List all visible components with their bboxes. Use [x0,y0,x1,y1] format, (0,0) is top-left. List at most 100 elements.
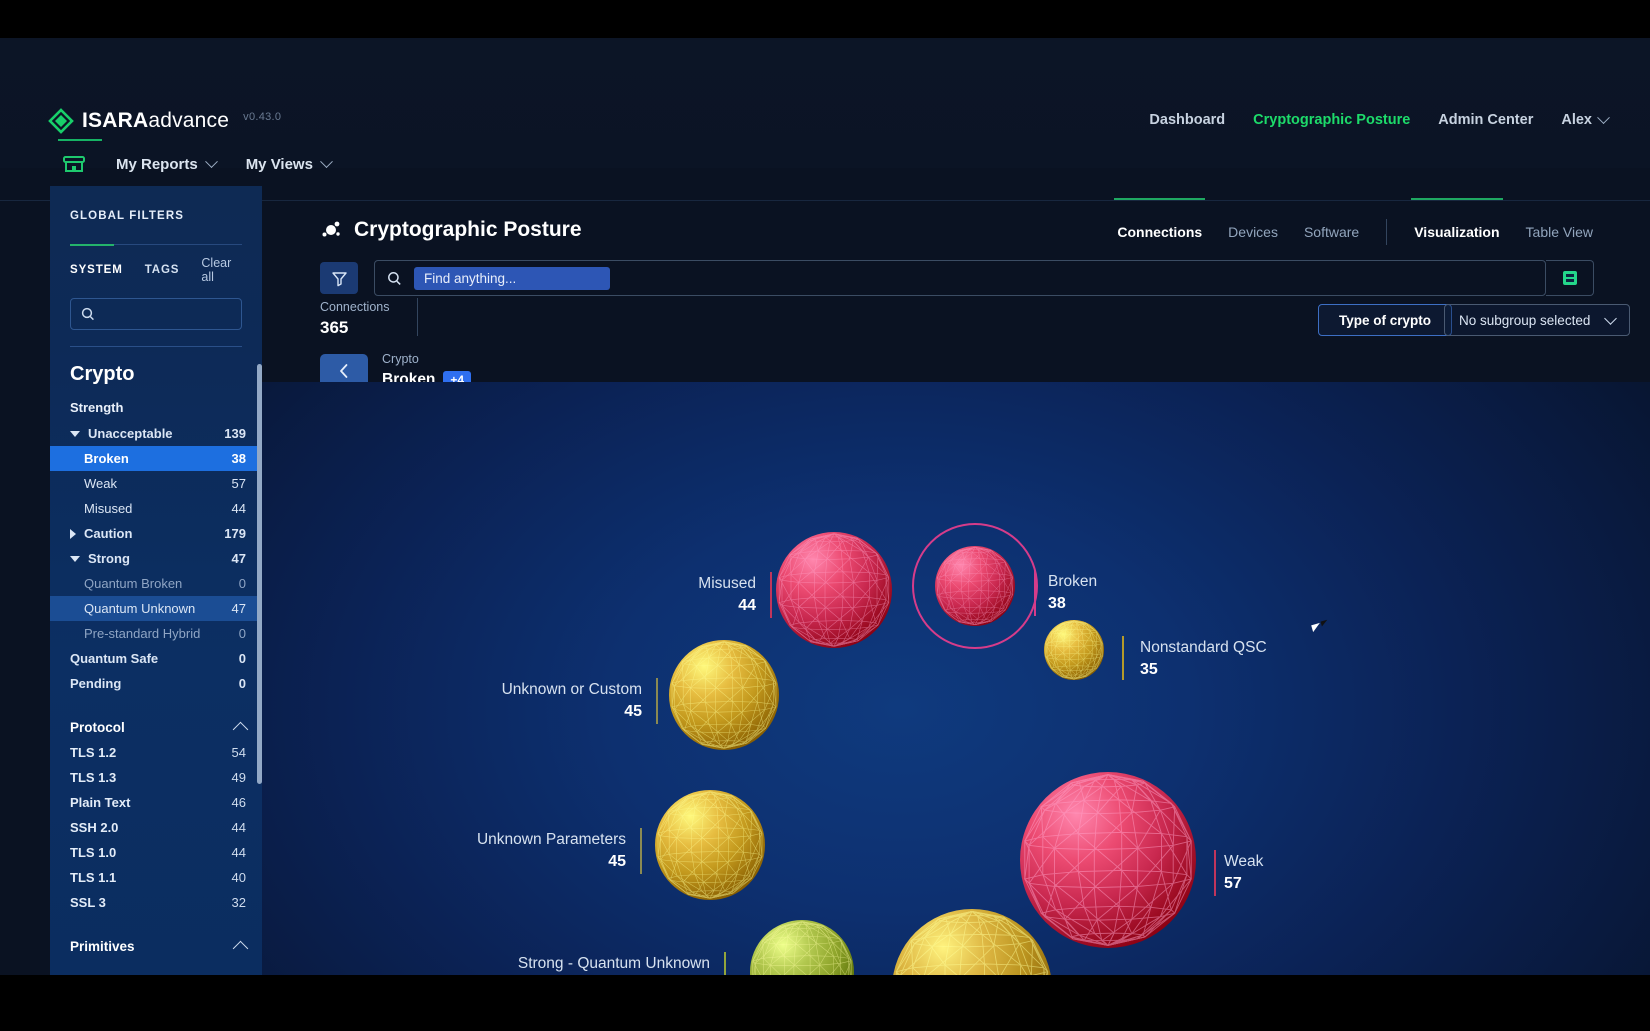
main-content: Cryptographic Posture Connections Device… [262,186,1650,975]
bubble-nonstandard-qsc[interactable] [1044,620,1104,680]
protocol-filter-row[interactable]: TLS 1.254 [50,740,262,765]
bubble-label-value: 44 [542,595,756,617]
screenshot-root: ISARAadvance v0.43.0 Dashboard Cryptogra… [0,0,1650,1031]
sidebar-tab-tags[interactable]: TAGS [145,264,180,276]
protocol-filter-label: TLS 1.0 [70,845,232,860]
protocol-filter-label: Plain Text [70,795,232,810]
tab-connections[interactable]: Connections [1104,214,1215,250]
strength-filter-count: 44 [232,501,246,516]
bubble-label-tick [1034,570,1036,616]
tab-software[interactable]: Software [1291,214,1372,250]
search-bar[interactable]: Find anything... [374,260,1546,296]
nav-cryptographic-posture[interactable]: Cryptographic Posture [1253,112,1410,128]
page-title-text: Cryptographic Posture [354,218,582,242]
chevron-left-icon [337,363,351,379]
strength-filter-row[interactable]: Misused44 [50,496,262,521]
bubble-misused[interactable] [776,532,892,648]
protocol-filter-row[interactable]: TLS 1.044 [50,840,262,865]
tab-visualization[interactable]: Visualization [1401,214,1512,250]
chevron-down-icon [1597,111,1610,124]
search-save-button[interactable] [1546,260,1594,296]
protocol-filter-label: TLS 1.2 [70,745,232,760]
sidebar-divider [70,346,242,347]
bubble-unknown-or-custom[interactable] [669,640,779,750]
bubble-chart[interactable]: Misused44 Broken38 Nonstandard QSC35 Unknow… [262,382,1650,975]
tab-devices[interactable]: Devices [1215,214,1291,250]
bubble-broken[interactable] [913,524,1037,648]
chevron-down-icon [320,155,333,168]
my-views-label: My Views [246,156,313,173]
bubble-label-name: Unknown Parameters [457,830,626,851]
application-window: ISARAadvance v0.43.0 Dashboard Cryptogra… [0,38,1650,975]
bubble-label-name: Misused [542,574,756,595]
bubble-label-name: Nonstandard QSC [1140,638,1267,659]
strength-filter-row[interactable]: Quantum Unknown47 [50,596,262,621]
protocol-filter-row[interactable]: Plain Text46 [50,790,262,815]
sidebar-section-crypto: Crypto [70,363,262,386]
triangle-down-icon [70,431,80,437]
tab-table-view[interactable]: Table View [1513,214,1606,250]
bubble-unknown-parameters[interactable] [655,790,765,900]
posture-atom-icon [320,219,342,241]
version-label: v0.43.0 [243,111,281,123]
bubble-strong-quantum-unknown[interactable] [750,920,854,975]
filter-group-primitives[interactable]: Primitives [50,933,262,959]
strength-filter-count: 47 [232,601,246,616]
protocol-filter-row[interactable]: TLS 1.349 [50,765,262,790]
sidebar-tabs: SYSTEM TAGS Clear all [70,244,242,284]
protocol-filter-row[interactable]: TLS 1.140 [50,865,262,890]
strength-filter-row[interactable]: Quantum Safe0 [50,646,262,671]
nav-admin-center[interactable]: Admin Center [1438,112,1533,128]
strength-filter-label: Quantum Broken [84,576,239,591]
bubble-label-value: 57 [1224,873,1263,895]
protocol-filter-count: 46 [232,795,246,810]
strength-filter-row[interactable]: Pre-standard Hybrid0 [50,621,262,646]
bubble-weak[interactable] [1020,772,1196,948]
strength-filter-row[interactable]: Strong47 [50,546,262,571]
protocol-filter-count: 40 [232,870,246,885]
clear-all-button[interactable]: Clear all [201,256,242,284]
sidebar-search-input[interactable] [70,298,242,330]
connections-stat-label: Connections [320,300,390,314]
bubble-label-name: Broken [1048,572,1097,593]
bubble-label-tick [770,572,772,618]
strength-filter-row[interactable]: Weak57 [50,471,262,496]
filter-toggle-button[interactable] [320,262,358,294]
protocol-filter-count: 44 [232,845,246,860]
sidebar-tab-system[interactable]: SYSTEM [70,264,123,276]
strength-filter-row[interactable]: Caution179 [50,521,262,546]
strength-filter-row[interactable]: Unacceptable139 [50,421,262,446]
strength-filter-count: 0 [239,651,246,666]
strength-filter-row[interactable]: Broken38 [50,446,262,471]
bubble-label-value: 38 [1048,593,1097,615]
bubble-label-name: Unknown or Custom [484,680,642,701]
stat-separator [417,298,418,336]
triangle-down-icon [70,556,80,562]
bubble-label-value: 45 [457,851,626,873]
primary-navigation: Dashboard Cryptographic Posture Admin Ce… [1149,112,1608,128]
filter-group-protocol[interactable]: Protocol [50,714,262,740]
strength-filter-row[interactable]: Pending0 [50,671,262,696]
user-menu[interactable]: Alex [1561,112,1608,128]
bubble-label-value: 35 [1140,659,1267,681]
menu-my-views[interactable]: My Views [246,156,331,173]
strength-filter-count: 38 [232,451,246,466]
search-input[interactable]: Find anything... [414,267,610,290]
bubble-label: Unknown Parameters45 [457,830,626,873]
chevron-up-icon [233,721,249,737]
strength-filter-row[interactable]: Quantum Broken0 [50,571,262,596]
type-of-crypto-button[interactable]: Type of crypto [1318,304,1452,336]
strength-filter-list: Unacceptable139Broken38Weak57Misused44Ca… [50,421,262,696]
nav-dashboard[interactable]: Dashboard [1149,112,1225,128]
subgroup-select[interactable]: No subgroup selected [1444,304,1630,336]
protocol-group-label: Protocol [70,720,125,735]
my-reports-label: My Reports [116,156,198,173]
menu-my-reports[interactable]: My Reports [116,156,216,173]
protocol-filter-row[interactable]: SSL 332 [50,890,262,915]
bubble-label-tick [640,828,642,874]
protocol-filter-row[interactable]: SSH 2.044 [50,815,262,840]
strength-filter-label: Strong [88,551,232,566]
strength-filter-count: 0 [239,626,246,641]
strength-filter-label: Unacceptable [88,426,224,441]
bubble-not-recommended[interactable] [892,909,1052,975]
